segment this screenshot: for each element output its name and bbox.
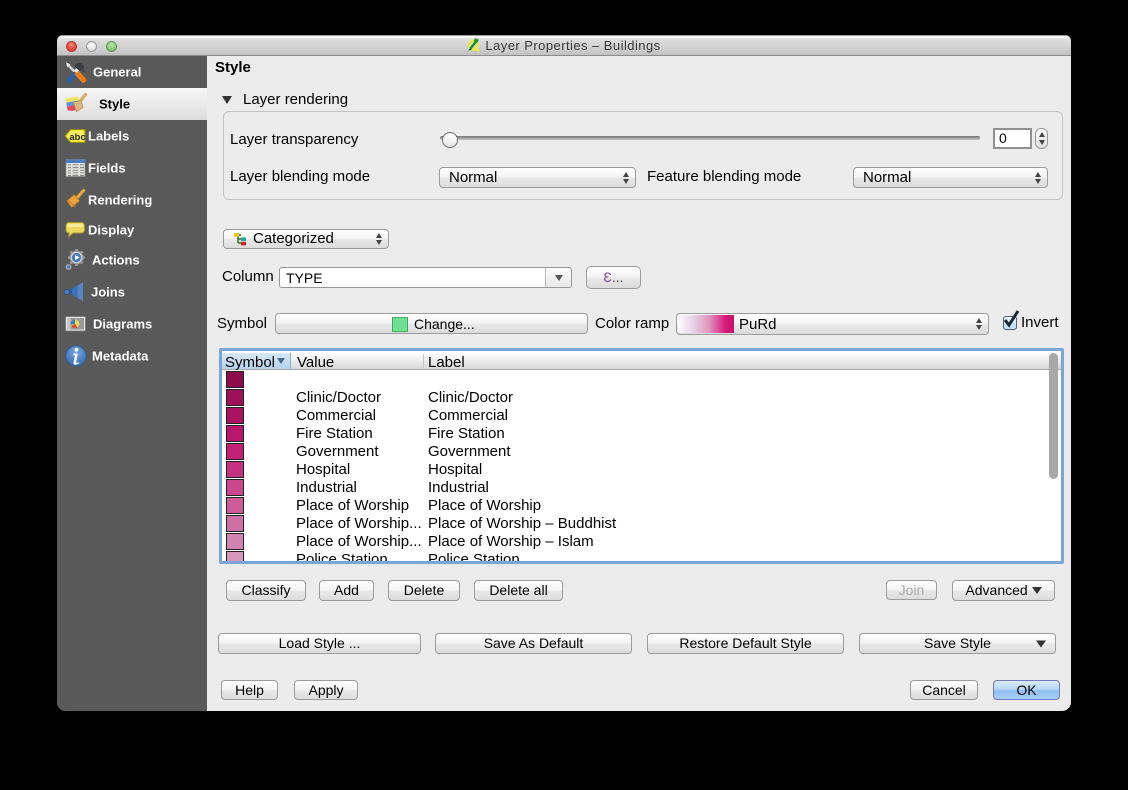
svg-text:abc: abc — [69, 132, 85, 143]
